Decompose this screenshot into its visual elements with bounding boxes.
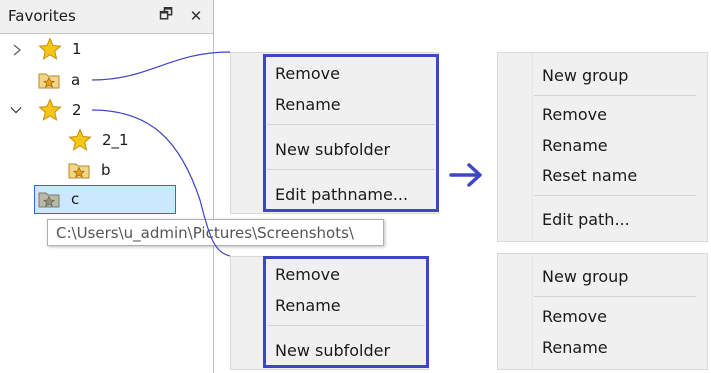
menu-gutter: [231, 257, 266, 369]
context-menu-a-new: New group Remove Rename Reset name Edit …: [497, 52, 708, 242]
menu-item-remove[interactable]: Remove: [542, 307, 607, 326]
menu-item-rename[interactable]: Rename: [542, 136, 608, 155]
menu-separator: [534, 95, 696, 96]
menu-item-new-group[interactable]: New group: [542, 267, 628, 286]
menu-gutter: [498, 53, 533, 241]
context-menu-2-new: New group Remove Rename: [497, 253, 708, 370]
highlight-box: [263, 54, 439, 212]
menu-gutter: [498, 254, 533, 369]
menu-item-remove[interactable]: Remove: [542, 105, 607, 124]
menu-item-reset-name[interactable]: Reset name: [542, 166, 637, 185]
menu-separator: [534, 296, 696, 297]
menu-separator: [534, 195, 696, 196]
menu-item-new-group[interactable]: New group: [542, 66, 628, 85]
menu-gutter: [231, 53, 266, 213]
highlight-box: [263, 256, 429, 368]
arrow-right-icon: [449, 163, 482, 187]
menu-item-edit-path[interactable]: Edit path...: [542, 210, 630, 229]
menu-item-rename[interactable]: Rename: [542, 338, 608, 357]
